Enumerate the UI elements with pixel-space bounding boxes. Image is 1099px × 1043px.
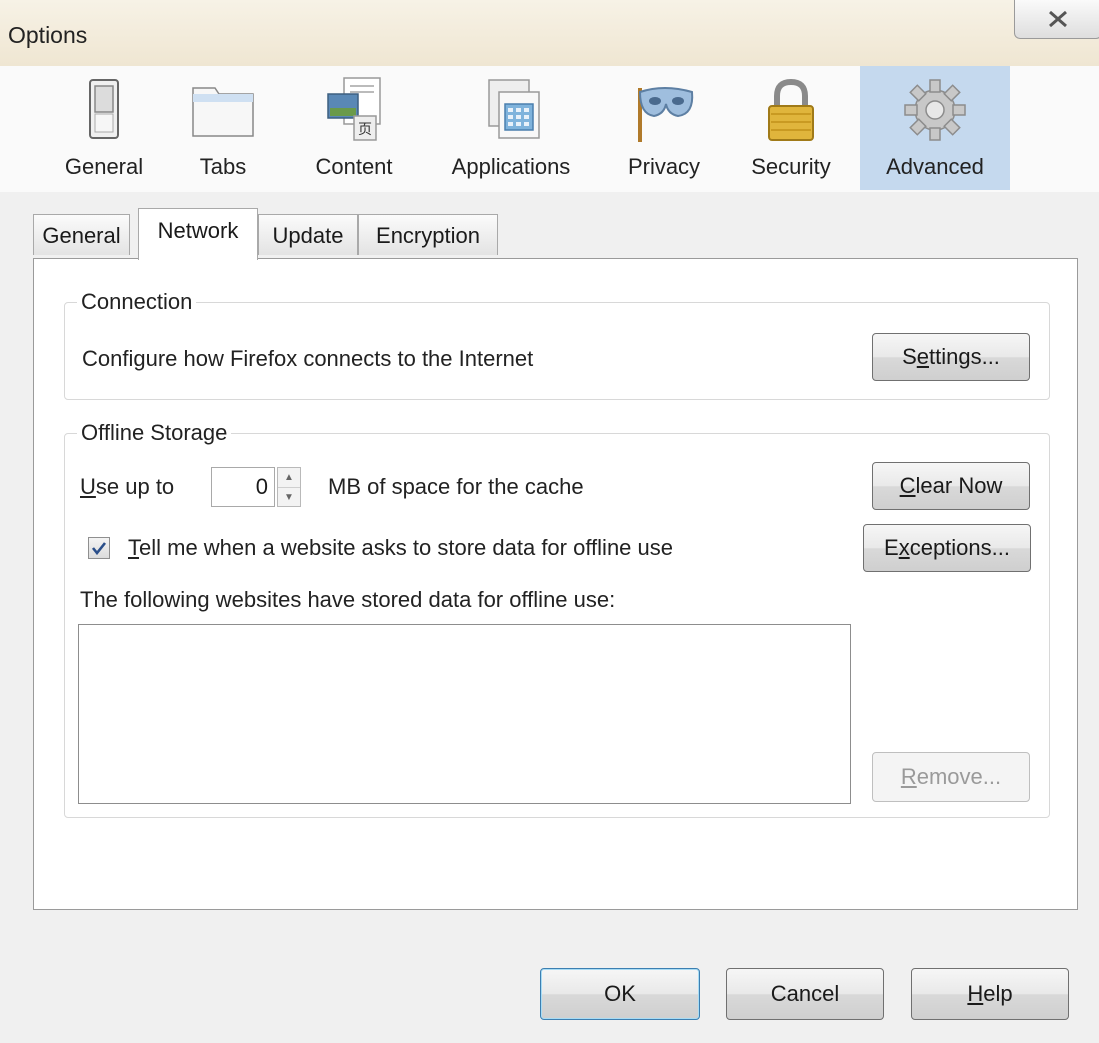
svg-text:页: 页 [358, 121, 372, 137]
tab-general-label: General [42, 223, 121, 248]
settings-button-label: Settings... [902, 344, 1000, 369]
toolbar-general-label: General [64, 154, 144, 179]
tab-network-label: Network [157, 218, 239, 243]
toolbar-tabs-button[interactable]: Tabs [176, 66, 270, 190]
spin-up-icon[interactable]: ▲ [278, 468, 300, 488]
title-bar: Options [0, 0, 1099, 66]
help-label: Help [967, 981, 1013, 1006]
stored-sites-list[interactable] [78, 624, 851, 804]
stored-sites-label: The following websites have stored data … [80, 587, 616, 612]
offline-storage-legend: Offline Storage [81, 420, 228, 445]
category-toolbar: General Tabs 页 Content Applications Priv… [0, 66, 1099, 192]
connection-settings-button[interactable]: Settings... [872, 333, 1030, 381]
tab-update-label: Update [272, 223, 344, 248]
advanced-icon [904, 79, 966, 141]
toolbar-privacy-button[interactable]: Privacy [614, 66, 714, 190]
spin-down-icon[interactable]: ▼ [278, 488, 300, 507]
ok-button[interactable]: OK [540, 968, 700, 1020]
exceptions-label: Exceptions... [884, 535, 1010, 560]
close-button[interactable] [1014, 0, 1099, 39]
remove-label: Remove... [900, 764, 1002, 789]
cache-size-suffix: MB of space for the cache [328, 474, 584, 499]
applications-icon [488, 79, 540, 139]
toolbar-applications-button[interactable]: Applications [431, 66, 591, 190]
cache-size-input[interactable]: 0 [211, 467, 275, 507]
help-button[interactable]: Help [911, 968, 1069, 1020]
tabs-icon [192, 87, 254, 137]
toolbar-advanced-button[interactable]: Advanced [860, 66, 1010, 190]
checkmark-icon [91, 542, 107, 555]
tell-me-checkbox[interactable] [88, 537, 110, 559]
toolbar-content-label: Content [315, 154, 393, 179]
options-dialog: Options General Tabs 页 Content Applicati… [0, 0, 1099, 1043]
tab-update[interactable]: Update [258, 214, 358, 255]
cancel-label: Cancel [770, 981, 840, 1006]
clear-now-label: Clear Now [899, 473, 1003, 498]
tell-me-label[interactable]: Tell me when a website asks to store dat… [128, 535, 673, 561]
toolbar-general-button[interactable]: General [48, 66, 160, 190]
remove-button[interactable]: Remove... [872, 752, 1030, 802]
toolbar-content-button[interactable]: 页 Content [298, 66, 410, 190]
general-icon [89, 79, 119, 139]
cache-size-spinner[interactable]: ▲ ▼ [277, 467, 301, 507]
privacy-icon [638, 87, 694, 142]
toolbar-privacy-label: Privacy [627, 154, 701, 179]
cancel-button[interactable]: Cancel [726, 968, 884, 1020]
toolbar-tabs-label: Tabs [199, 154, 247, 179]
toolbar-security-button[interactable]: Security [738, 66, 844, 190]
toolbar-security-label: Security [751, 154, 831, 179]
connection-description: Configure how Firefox connects to the In… [82, 346, 534, 371]
tab-encryption-label: Encryption [376, 223, 480, 248]
exceptions-button[interactable]: Exceptions... [863, 524, 1031, 572]
close-icon [1049, 10, 1067, 28]
tab-general[interactable]: General [33, 214, 130, 255]
security-icon [768, 78, 814, 141]
window-title: Options [8, 22, 88, 48]
tab-network[interactable]: Network [138, 208, 258, 260]
use-up-to-label: Use up to [80, 474, 175, 499]
clear-now-button[interactable]: Clear Now [872, 462, 1030, 510]
toolbar-applications-label: Applications [451, 154, 571, 179]
connection-legend: Connection [81, 289, 193, 314]
cache-size-value: 0 [255, 474, 268, 499]
toolbar-advanced-label: Advanced [886, 154, 984, 179]
ok-label: OK [604, 981, 636, 1006]
tab-encryption[interactable]: Encryption [358, 214, 498, 255]
content-icon: 页 [327, 77, 381, 141]
